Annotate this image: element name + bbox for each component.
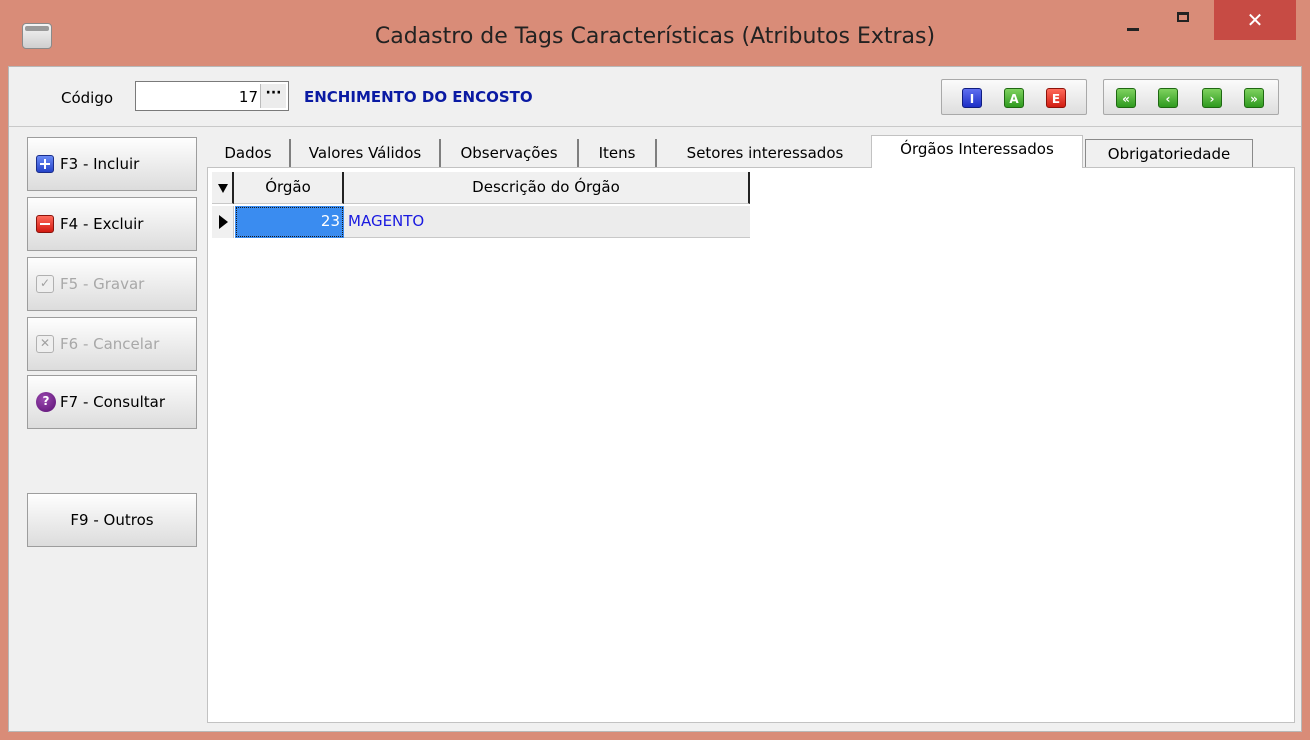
first-record-button[interactable]: « (1116, 88, 1136, 108)
tab-obrigatoriedade[interactable]: Obrigatoriedade (1085, 139, 1253, 167)
delete-button-label: F4 - Excluir (60, 215, 144, 233)
tab-observacoes[interactable]: Observações (441, 139, 579, 167)
cell-descricao[interactable]: MAGENTO (344, 206, 750, 238)
maximize-icon (1177, 12, 1189, 22)
client-area: Código 17 ··· ENCHIMENTO DO ENCOSTO I A … (8, 66, 1302, 732)
cell-orgao[interactable]: 23 (235, 206, 344, 238)
orgaos-grid[interactable]: Órgão Descrição do Órgão 23 MAGENTO (212, 172, 752, 238)
tab-dados[interactable]: Dados (207, 139, 291, 167)
tab-panel-orgaos: Órgão Descrição do Órgão 23 MAGENTO (207, 167, 1295, 723)
code-label: Código (61, 89, 114, 107)
close-button[interactable]: ✕ (1214, 0, 1296, 40)
current-row-arrow-icon (219, 215, 228, 229)
maximize-button[interactable] (1160, 0, 1206, 44)
tab-strip: Dados Valores Válidos Observações Itens … (207, 135, 1301, 168)
x-box-icon: ✕ (36, 335, 54, 353)
record-header: Código 17 ··· ENCHIMENTO DO ENCOSTO I A … (9, 67, 1301, 127)
title-bar[interactable]: Cadastro de Tags Características (Atribu… (0, 0, 1310, 66)
tab-setores-interessados[interactable]: Setores interessados (659, 139, 871, 167)
application-window: Cadastro de Tags Características (Atribu… (0, 0, 1310, 740)
minimize-button[interactable] (1110, 0, 1156, 44)
next-record-button[interactable]: › (1202, 88, 1222, 108)
query-button-label: F7 - Consultar (60, 393, 166, 411)
delete-mode-button[interactable]: E (1046, 88, 1066, 108)
save-button[interactable]: ✓ F5 - Gravar (27, 257, 197, 311)
record-navigation-group: « ‹ › » (1103, 79, 1279, 115)
include-button[interactable]: F3 - Incluir (27, 137, 197, 191)
last-record-button[interactable]: » (1244, 88, 1264, 108)
others-button[interactable]: F9 - Outros (27, 493, 197, 547)
column-header-descricao[interactable]: Descrição do Órgão (344, 172, 750, 204)
mode-button-group: I A E (941, 79, 1087, 115)
tab-orgaos-interessados[interactable]: Órgãos Interessados (871, 135, 1083, 168)
cancel-button[interactable]: ✕ F6 - Cancelar (27, 317, 197, 371)
include-button-label: F3 - Incluir (60, 155, 140, 173)
close-icon: ✕ (1246, 8, 1264, 32)
row-indicator[interactable] (212, 206, 234, 238)
save-button-label: F5 - Gravar (60, 275, 145, 293)
question-icon: ? (36, 392, 56, 412)
dropdown-arrow-icon (218, 184, 228, 193)
tab-valores-validos[interactable]: Valores Válidos (291, 139, 441, 167)
record-description: ENCHIMENTO DO ENCOSTO (304, 88, 533, 106)
alter-mode-button[interactable]: A (1004, 88, 1024, 108)
insert-mode-button[interactable]: I (962, 88, 982, 108)
previous-record-button[interactable]: ‹ (1158, 88, 1178, 108)
grid-header-indicator[interactable] (212, 172, 234, 204)
code-field[interactable]: 17 ··· (135, 81, 289, 111)
cancel-button-label: F6 - Cancelar (60, 335, 160, 353)
minimize-icon (1127, 28, 1139, 31)
minus-icon (36, 215, 54, 233)
check-icon: ✓ (36, 275, 54, 293)
others-button-label: F9 - Outros (70, 511, 154, 529)
code-lookup-button[interactable]: ··· (260, 84, 286, 108)
tab-itens[interactable]: Itens (579, 139, 657, 167)
code-value: 17 (238, 88, 258, 106)
query-button[interactable]: ? F7 - Consultar (27, 375, 197, 429)
delete-button[interactable]: F4 - Excluir (27, 197, 197, 251)
plus-icon (36, 155, 54, 173)
column-header-orgao[interactable]: Órgão (234, 172, 344, 204)
